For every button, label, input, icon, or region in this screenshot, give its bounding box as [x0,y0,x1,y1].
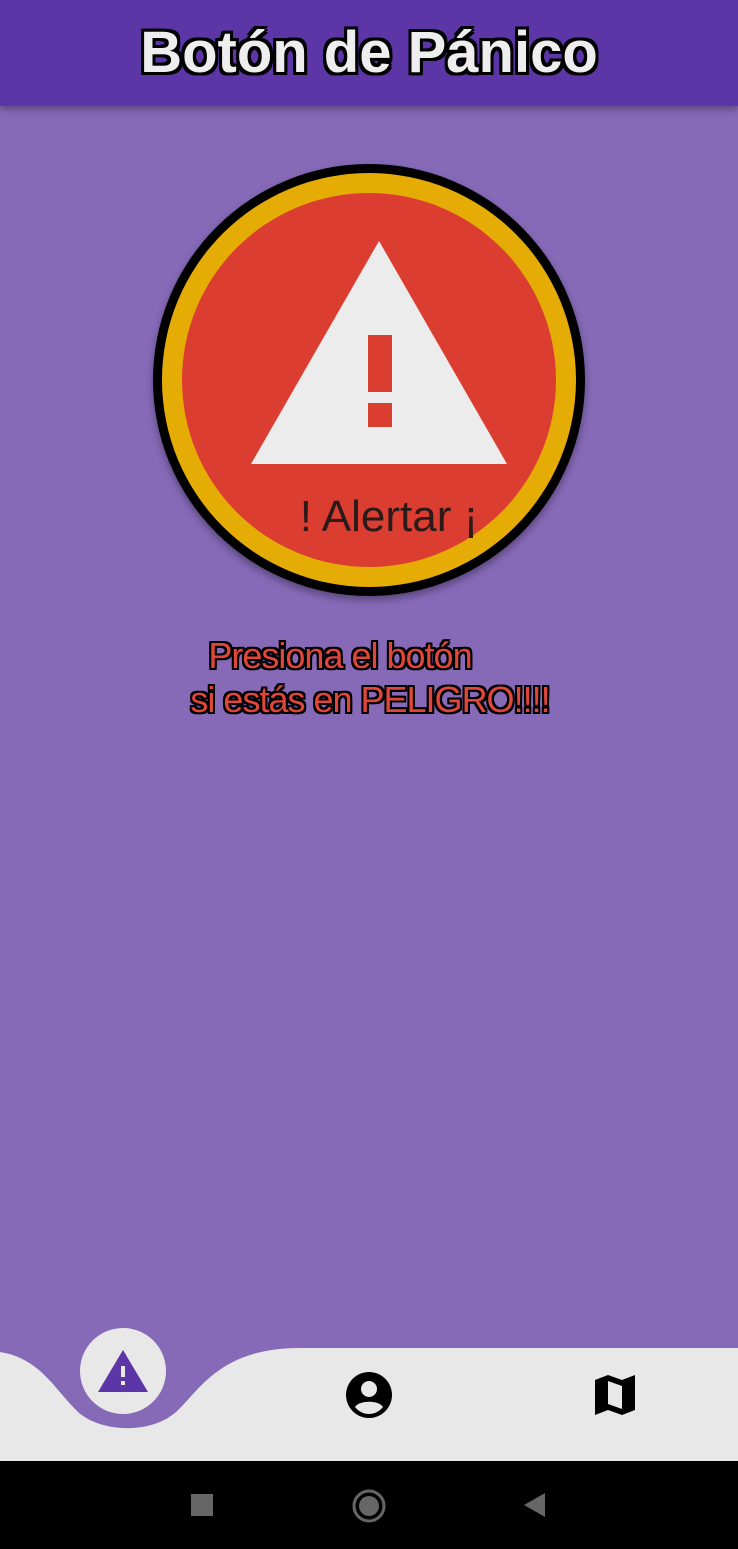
back-icon [524,1493,545,1517]
warning-icon [98,1350,148,1392]
home-icon [352,1489,386,1523]
bottom-navigation-bar [0,1320,738,1461]
panic-button-face: ! Alertar ¡ [182,193,556,567]
panic-button-ring: ! Alertar ¡ [162,173,576,587]
back-button[interactable] [518,1489,550,1521]
recent-apps-button[interactable] [186,1489,218,1521]
recent-apps-icon [191,1494,213,1516]
panic-alert-button[interactable]: ! Alertar ¡ [153,164,585,596]
instruction-line-2: si estás en PELIGRO!!!! [190,679,550,720]
instruction-line-1: Presiona el botón [208,635,472,676]
nav-item-map[interactable] [580,1360,650,1430]
warning-icon [251,241,507,464]
home-button[interactable] [348,1485,390,1527]
panic-screen: Botón de Pánico ! Alertar ¡ Presiona el … [0,0,738,1549]
system-navigation-bar [0,1461,738,1549]
map-icon [595,1375,635,1415]
app-bar: Botón de Pánico [0,0,738,106]
nav-item-alert[interactable] [80,1328,166,1414]
instruction-text: Presiona el botón si estás en PELIGRO!!!… [150,634,590,722]
account-circle-icon [346,1372,392,1418]
nav-item-profile[interactable] [334,1360,404,1430]
alert-button-label: ! Alertar ¡ [299,492,479,541]
page-title: Botón de Pánico [140,19,598,85]
